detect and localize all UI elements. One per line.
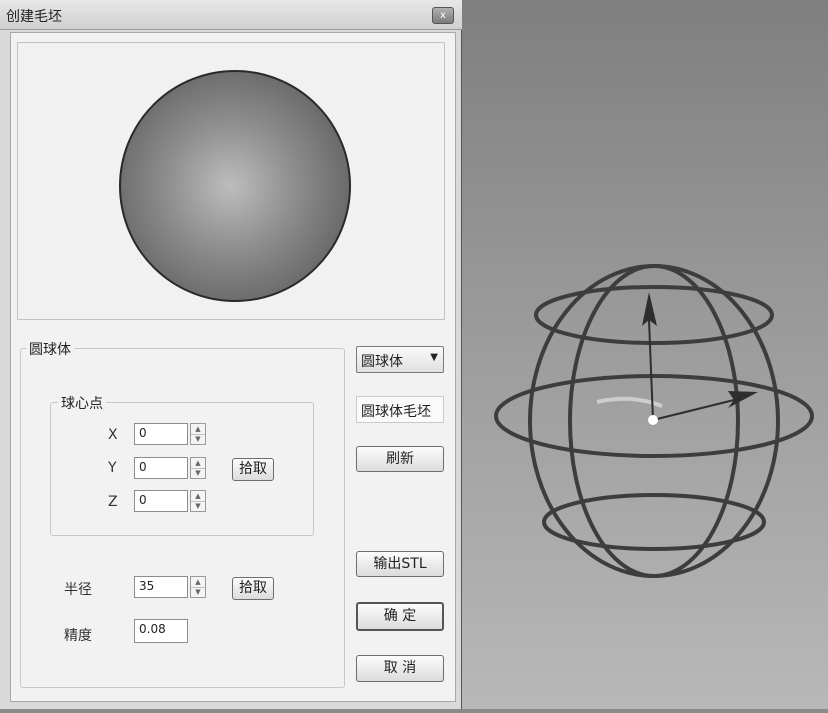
precision-label: 精度: [64, 628, 92, 644]
sphere-group-label: 圆球体: [26, 339, 74, 359]
y-field[interactable]: 0: [134, 457, 188, 479]
x-field[interactable]: 0: [134, 423, 188, 445]
pick-radius-button[interactable]: 拾取: [232, 577, 274, 600]
radius-field[interactable]: 35: [134, 576, 188, 598]
dropdown-arrow-icon[interactable]: ▼: [430, 352, 438, 363]
x-label: X: [108, 427, 118, 443]
title-bar[interactable]: 创建毛坯 x: [0, 0, 462, 30]
spin-down-icon[interactable]: ▼: [191, 434, 205, 444]
radius-label: 半径: [64, 582, 92, 598]
x-spinner[interactable]: ▲ ▼: [190, 423, 206, 445]
center-point-label: 球心点: [58, 393, 106, 413]
y-label: Y: [108, 460, 117, 476]
y-spinner[interactable]: ▲ ▼: [190, 457, 206, 479]
shape-type-dropdown[interactable]: 圆球体 ▼: [356, 346, 444, 373]
sphere-preview: [119, 70, 351, 302]
sphere-shape: [119, 70, 351, 302]
blank-name-field: 圆球体毛坯: [356, 396, 444, 423]
close-icon: x: [440, 10, 446, 21]
cancel-button[interactable]: 取 消: [356, 655, 444, 682]
create-blank-dialog: 创建毛坯 x 圆球体 球心点 X 0 ▲ ▼ Y 0 ▲ ▼ 拾取 Z 0 ▲ …: [0, 0, 462, 709]
z-label: Z: [108, 494, 118, 510]
window-title: 创建毛坯: [6, 9, 62, 25]
z-field[interactable]: 0: [134, 490, 188, 512]
refresh-button[interactable]: 刷新: [356, 446, 444, 472]
radius-spinner[interactable]: ▲ ▼: [190, 576, 206, 598]
shape-type-value: 圆球体: [361, 354, 403, 370]
precision-field[interactable]: 0.08: [134, 619, 188, 643]
sphere-preview-panel: [17, 42, 445, 320]
ok-button[interactable]: 确 定: [356, 602, 444, 631]
spin-down-icon[interactable]: ▼: [191, 501, 205, 511]
origin-point: [648, 415, 658, 425]
pick-center-button[interactable]: 拾取: [232, 458, 274, 481]
close-button[interactable]: x: [432, 7, 454, 24]
sphere-wireframe-view: [494, 264, 814, 578]
z-spinner[interactable]: ▲ ▼: [190, 490, 206, 512]
x-axis-line: [652, 399, 735, 421]
export-stl-button[interactable]: 输出STL: [356, 551, 444, 577]
spin-down-icon[interactable]: ▼: [191, 587, 205, 597]
spin-down-icon[interactable]: ▼: [191, 468, 205, 478]
3d-viewport[interactable]: [462, 0, 828, 709]
z-axis-line: [648, 319, 654, 421]
